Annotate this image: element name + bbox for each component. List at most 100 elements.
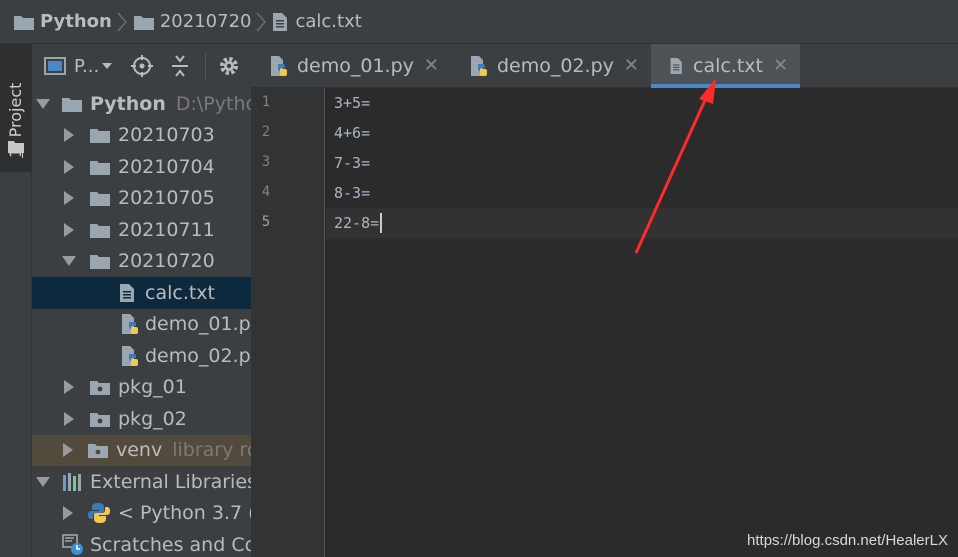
text-caret — [380, 213, 383, 233]
settings-button[interactable] — [216, 53, 242, 79]
text-file-icon — [120, 283, 134, 302]
dropdown-arrow-icon — [102, 63, 113, 69]
expand-arrow-down-icon[interactable] — [36, 97, 50, 111]
locate-file-button[interactable] — [129, 53, 155, 79]
navigation-bar: Python 20210720 calc.txt — [0, 0, 958, 44]
python-file-icon — [120, 345, 140, 366]
expand-arrow-right-icon[interactable] — [62, 443, 74, 458]
code-text: 3+5= — [334, 94, 371, 112]
tab-label: demo_02.py — [497, 54, 614, 77]
collapse-all-button[interactable] — [167, 53, 193, 79]
tree-row-folder[interactable]: 20210711 — [32, 214, 251, 246]
line-number-gutter: 1 2 3 4 5 — [251, 88, 325, 557]
project-panel: P... Python D:\Pyth 20210703 20210704 20… — [32, 44, 251, 557]
tree-root-label: Python — [90, 92, 166, 115]
tree-row-folder[interactable]: 20210705 — [32, 183, 251, 215]
project-tree: Python D:\Python 20210703 — [32, 88, 251, 557]
expand-arrow-right-icon[interactable] — [62, 222, 76, 237]
project-tool-text: : Project — [6, 82, 25, 148]
tree-venv-label: venv — [116, 439, 163, 462]
tab-demo-02[interactable]: demo_02.py ✕ — [451, 44, 651, 87]
expand-arrow-right-icon[interactable] — [62, 380, 76, 395]
breadcrumb-file-label: calc.txt — [295, 11, 362, 32]
tree-row-package[interactable]: pkg_02 — [32, 403, 251, 435]
tree-row-file-selected[interactable]: calc.txt — [32, 277, 251, 309]
package-icon — [88, 442, 108, 459]
python-file-icon — [471, 55, 487, 76]
tab-demo-01[interactable]: demo_01.py ✕ — [251, 44, 451, 87]
tree-file-label: demo_02.py — [145, 344, 251, 367]
tab-label: calc.txt — [693, 54, 763, 77]
project-view-selector[interactable]: P... — [44, 56, 113, 77]
code-line[interactable]: 3+5= — [326, 88, 958, 118]
breadcrumb-file[interactable]: calc.txt — [273, 0, 362, 44]
expand-arrow-right-icon[interactable] — [62, 506, 74, 521]
tree-row-package[interactable]: pkg_01 — [32, 372, 251, 404]
scratches-icon — [62, 533, 84, 556]
tree-folder-label: 20210720 — [118, 250, 215, 273]
expand-arrow-right-icon[interactable] — [62, 128, 76, 143]
chevron-right-icon — [256, 12, 267, 31]
code-text: 8-3= — [334, 184, 371, 202]
text-file-icon — [273, 12, 288, 31]
tree-row-file[interactable]: demo_01.py — [32, 309, 251, 341]
folder-icon — [14, 15, 34, 30]
tree-folder-label: 20210711 — [118, 218, 215, 241]
code-line[interactable]: 7-3= — [326, 148, 958, 178]
tree-row-file[interactable]: demo_02.py — [32, 340, 251, 372]
tree-folder-label: 20210703 — [118, 124, 215, 147]
code-line-current[interactable]: 22-8= — [326, 208, 958, 238]
tree-external-label: External Libraries — [90, 470, 251, 493]
toolbar-divider — [205, 53, 207, 79]
line-number: 4 — [261, 184, 271, 200]
tree-package-label: pkg_01 — [118, 376, 187, 399]
breadcrumb-project-label: Python — [40, 11, 112, 32]
tree-scratches-label: Scratches and Cons — [90, 533, 251, 556]
code-line[interactable]: 4+6= — [326, 118, 958, 148]
package-icon — [90, 411, 110, 427]
line-number: 3 — [261, 154, 271, 170]
expand-arrow-right-icon[interactable] — [62, 411, 76, 426]
tree-row-external-libraries[interactable]: External Libraries — [32, 466, 251, 498]
code-text: 7-3= — [334, 154, 371, 172]
expand-arrow-right-icon[interactable] — [62, 191, 76, 206]
tree-folder-label: 20210704 — [118, 155, 215, 178]
close-icon[interactable]: ✕ — [624, 55, 639, 76]
folder-icon — [90, 190, 110, 207]
expand-arrow-down-icon[interactable] — [36, 475, 50, 489]
python-logo-icon — [88, 502, 110, 524]
chevron-right-icon — [117, 12, 127, 31]
tree-row-scratches[interactable]: Scratches and Cons — [32, 529, 251, 557]
close-icon[interactable]: ✕ — [424, 55, 439, 76]
code-line[interactable]: 8-3= — [326, 178, 958, 208]
ide-window: Python 20210720 calc.txt 1 — [0, 0, 958, 557]
folder-icon — [90, 222, 110, 238]
expand-arrow-down-icon[interactable] — [62, 254, 76, 268]
line-number: 1 — [261, 94, 271, 110]
breadcrumb-project[interactable]: Python — [14, 0, 112, 44]
tree-row-root[interactable]: Python D:\Python — [32, 88, 251, 120]
breadcrumb-folder-label: 20210720 — [159, 11, 252, 32]
tree-row-folder[interactable]: 20210704 — [32, 151, 251, 183]
close-icon[interactable]: ✕ — [773, 55, 788, 76]
tree-row-folder-expanded[interactable]: 20210720 — [32, 246, 251, 278]
tree-row-venv[interactable]: venv library roo — [32, 434, 251, 466]
line-number: 2 — [261, 124, 271, 140]
library-icon — [62, 472, 84, 491]
collapse-all-icon — [172, 55, 189, 77]
tree-venv-note: library roo — [172, 439, 251, 462]
tree-folder-label: 20210705 — [118, 187, 215, 210]
python-file-icon — [120, 314, 140, 335]
folder-icon — [133, 15, 154, 30]
folder-icon — [90, 253, 110, 270]
tab-calc-txt[interactable]: calc.txt ✕ — [651, 44, 801, 88]
breadcrumb-folder[interactable]: 20210720 — [133, 0, 252, 44]
project-tool-button[interactable]: 1: Project — [0, 44, 31, 172]
tree-row-folder[interactable]: 20210703 — [32, 120, 251, 152]
folder-icon — [90, 127, 110, 144]
expand-arrow-right-icon[interactable] — [62, 159, 76, 174]
tree-package-label: pkg_02 — [118, 407, 187, 430]
editor-content[interactable]: 3+5= 4+6= 7-3= 8-3= 22-8= — [326, 88, 958, 557]
editor-tabs: demo_01.py ✕ demo_02.py ✕ calc.txt ✕ — [251, 44, 958, 88]
tree-row-python-sdk[interactable]: < Python 3.7 (P — [32, 498, 251, 530]
